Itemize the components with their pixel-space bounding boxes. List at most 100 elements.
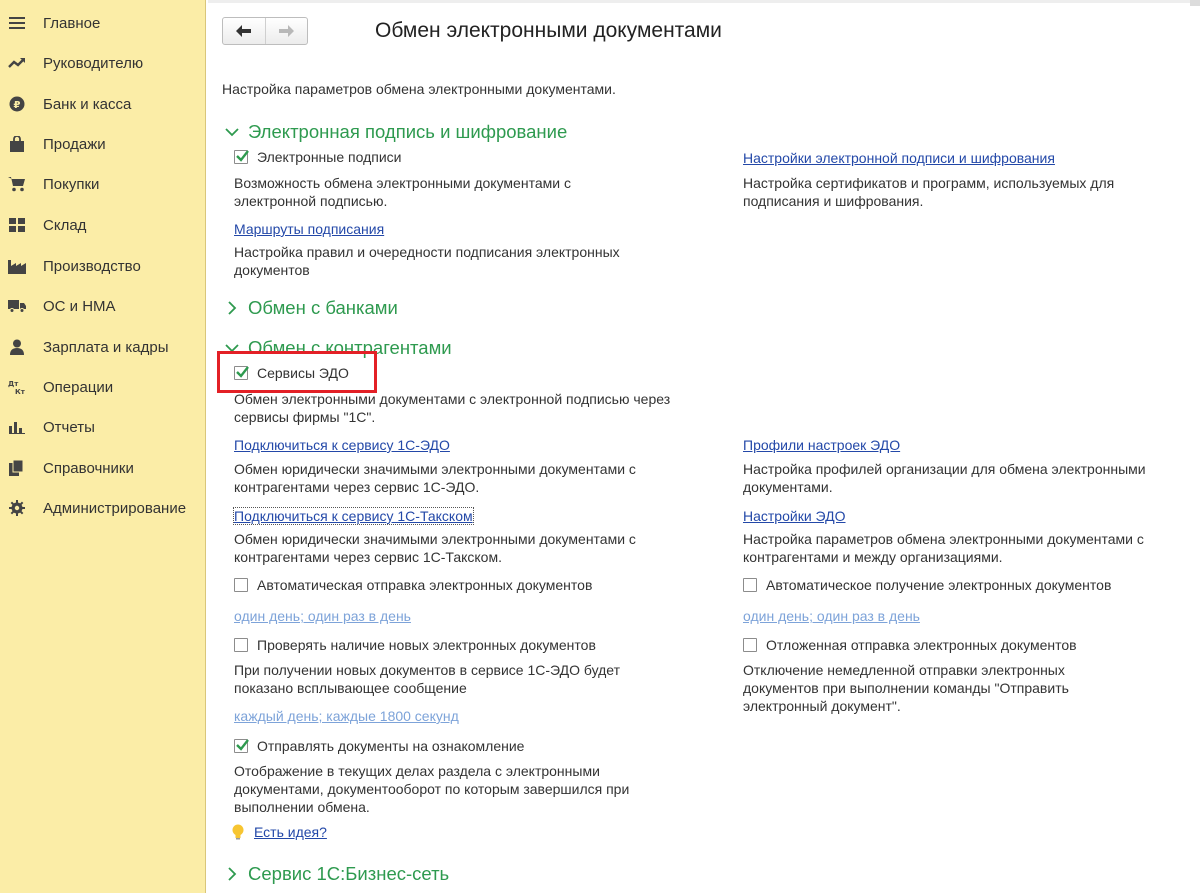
edo-profiles-description: Настройка профилей организации для обмен…: [743, 461, 1146, 495]
auto-receive-schedule-link[interactable]: один день; один раз в день: [743, 608, 920, 624]
svg-text:Кт: Кт: [15, 388, 26, 395]
section-business-network-toggle[interactable]: Сервис 1С:Бизнес-сеть: [224, 863, 449, 885]
checkbox-label: Отложенная отправка электронных документ…: [766, 637, 1077, 653]
sidebar-item-label: Администрирование: [43, 499, 187, 517]
connect-1c-edo-description: Обмен юридически значимыми электронными …: [234, 461, 636, 495]
chevron-right-icon: [224, 866, 240, 882]
checkbox-box[interactable]: [234, 150, 249, 164]
arrow-left-icon: [235, 25, 251, 37]
signature-settings-link[interactable]: Настройки электронной подписи и шифрован…: [743, 150, 1055, 166]
red-highlight-frame: [217, 351, 377, 393]
bar-chart-icon: [7, 417, 27, 437]
back-button[interactable]: [223, 18, 265, 44]
cart-icon: [7, 174, 27, 194]
menu-icon: [7, 13, 27, 33]
checkmark-icon: [236, 739, 249, 751]
auto-receive-checkbox[interactable]: Автоматическое получение электронных док…: [743, 577, 1111, 593]
signing-routes-link[interactable]: Маршруты подписания: [234, 221, 384, 237]
page-title: Обмен электронными документами: [375, 19, 722, 42]
person-icon: [7, 337, 27, 357]
debit-credit-icon: Дт Кт: [7, 377, 27, 397]
edo-settings-link[interactable]: Настройки ЭДО: [743, 508, 846, 524]
section-title: Обмен с банками: [248, 297, 398, 318]
checkbox-box[interactable]: [234, 739, 249, 753]
sidebar-item-manager[interactable]: Руководителю: [0, 45, 205, 81]
sidebar-item-bank[interactable]: ₽ Банк и касса: [0, 86, 205, 122]
checkbox-label: Автоматическое получение электронных док…: [766, 577, 1112, 593]
sidebar-item-purchases[interactable]: Покупки: [0, 166, 205, 202]
send-for-review-checkbox[interactable]: Отправлять документы на ознакомление: [234, 738, 524, 754]
checkbox-box[interactable]: [234, 638, 248, 652]
sidebar-item-label: Покупки: [43, 175, 100, 193]
auto-send-checkbox[interactable]: Автоматическая отправка электронных доку…: [234, 577, 592, 593]
deferred-send-description: Отключение немедленной отправки электрон…: [743, 662, 1069, 714]
warehouse-grid-icon: [7, 215, 27, 235]
edo-settings-description: Настройка параметров обмена электронными…: [743, 531, 1144, 565]
chevron-down-icon: [224, 124, 240, 140]
auto-send-schedule-link[interactable]: один день; один раз в день: [234, 608, 411, 624]
send-for-review-description: Отображение в текущих делах раздела с эл…: [234, 763, 630, 815]
signing-routes-description: Настройка правил и очередности подписани…: [234, 244, 620, 278]
check-new-documents-description: При получении новых документов в сервисе…: [234, 662, 621, 696]
sidebar-item-assets[interactable]: ОС и НМА: [0, 288, 205, 324]
sidebar-item-sales[interactable]: Продажи: [0, 126, 205, 162]
idea-row: Есть идея?: [232, 824, 327, 840]
sidebar-item-label: Продажи: [43, 135, 106, 153]
sidebar-item-label: Банк и касса: [43, 95, 132, 113]
page-subtitle: Настройка параметров обмена электронными…: [222, 81, 616, 97]
checkmark-icon: [236, 150, 249, 162]
sidebar-item-admin[interactable]: Администрирование: [0, 490, 205, 526]
truck-icon: [7, 296, 27, 316]
ruble-coin-icon: ₽: [7, 94, 27, 114]
sidebar-item-reports[interactable]: Отчеты: [0, 409, 205, 445]
checkbox-label: Проверять наличие новых электронных доку…: [257, 637, 596, 653]
sidebar-item-label: Зарплата и кадры: [43, 338, 169, 356]
edo-services-description: Обмен электронными документами с электро…: [234, 391, 671, 425]
gear-icon: [7, 498, 27, 518]
sidebar-item-label: Отчеты: [43, 418, 95, 436]
arrow-right-icon: [279, 25, 295, 37]
section-title: Электронная подпись и шифрование: [248, 121, 568, 142]
sidebar-item-operations[interactable]: Дт Кт Операции: [0, 369, 205, 405]
sidebar: Главное Руководителю ₽ Банк и касса Прод…: [0, 0, 206, 893]
idea-link[interactable]: Есть идея?: [254, 824, 327, 840]
top-border: [208, 0, 1200, 3]
electronic-signatures-description: Возможность обмена электронными документ…: [234, 175, 571, 209]
section-title: Сервис 1С:Бизнес-сеть: [248, 863, 450, 884]
section-signature-toggle[interactable]: Электронная подпись и шифрование: [224, 121, 567, 143]
sidebar-item-production[interactable]: Производство: [0, 248, 205, 284]
checkbox-label: Электронные подписи: [257, 149, 402, 165]
sidebar-item-hr[interactable]: Зарплата и кадры: [0, 329, 205, 365]
connect-1c-edo-link[interactable]: Подключиться к сервису 1С-ЭДО: [234, 437, 450, 453]
sidebar-item-label: Руководителю: [43, 54, 144, 72]
lightbulb-icon: [232, 824, 244, 840]
checkbox-label: Отправлять документы на ознакомление: [257, 738, 525, 754]
checkbox-box[interactable]: [743, 578, 757, 592]
trend-icon: [7, 53, 27, 73]
books-icon: [7, 458, 27, 478]
navigation-buttons: [222, 17, 308, 45]
scrollbar-stub[interactable]: [1190, 0, 1200, 6]
svg-text:₽: ₽: [14, 100, 21, 111]
sidebar-item-label: ОС и НМА: [43, 297, 116, 315]
check-new-documents-checkbox[interactable]: Проверять наличие новых электронных доку…: [234, 637, 596, 653]
chevron-right-icon: [224, 300, 240, 316]
sidebar-item-warehouse[interactable]: Склад: [0, 207, 205, 243]
sidebar-item-main[interactable]: Главное: [0, 5, 205, 41]
connect-1c-taxcom-link[interactable]: Подключиться к сервису 1С-Такском: [233, 507, 474, 525]
checkbox-box[interactable]: [743, 638, 757, 652]
shopping-bag-icon: [7, 134, 27, 154]
deferred-send-checkbox[interactable]: Отложенная отправка электронных документ…: [743, 637, 1077, 653]
checkbox-box[interactable]: [234, 578, 248, 592]
check-new-schedule-link[interactable]: каждый день; каждые 1800 секунд: [234, 708, 459, 724]
sidebar-item-label: Главное: [43, 14, 101, 32]
signature-settings-description: Настройка сертификатов и программ, испол…: [743, 175, 1115, 209]
sidebar-item-label: Операции: [43, 378, 114, 396]
checkbox-label: Автоматическая отправка электронных доку…: [257, 577, 593, 593]
forward-button[interactable]: [264, 18, 308, 44]
electronic-signatures-checkbox[interactable]: Электронные подписи: [234, 149, 401, 165]
sidebar-item-references[interactable]: Справочники: [0, 450, 205, 486]
section-banks-toggle[interactable]: Обмен с банками: [224, 297, 398, 319]
svg-text:Дт: Дт: [8, 380, 19, 388]
edo-profiles-link[interactable]: Профили настроек ЭДО: [743, 437, 900, 453]
